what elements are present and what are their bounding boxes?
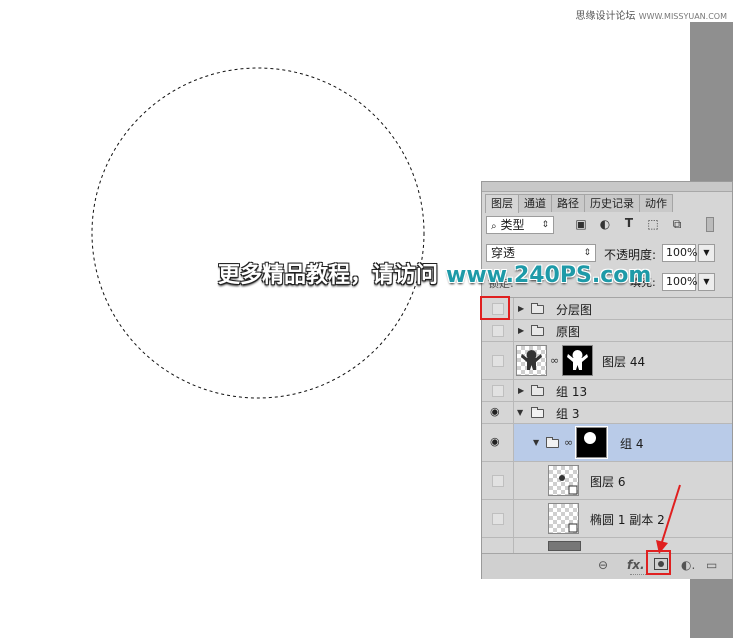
filter-type-icon[interactable]: T <box>620 216 638 230</box>
tab-history[interactable]: 历史记录 <box>584 194 640 212</box>
collapse-arrow-icon[interactable]: ▼ <box>533 438 539 447</box>
tab-layers[interactable]: 图层 <box>485 194 519 213</box>
promo-overlay: 更多精品教程，请访问 www.240PS.com <box>218 257 651 289</box>
visibility-toggle[interactable] <box>482 342 514 379</box>
watermark-site: 思缘设计论坛 <box>575 11 636 22</box>
filter-pixel-icon[interactable]: ▣ <box>572 217 590 231</box>
watermark-url: WWW.MISSYUAN.COM <box>638 12 727 21</box>
open-folder-icon <box>546 437 559 448</box>
visibility-toggle[interactable] <box>482 500 514 537</box>
layer-name: 分层图 <box>556 303 593 317</box>
fx-icon[interactable]: fx. <box>627 558 645 572</box>
tab-paths[interactable]: 路径 <box>551 194 585 212</box>
eye-icon: ◉ <box>490 435 500 448</box>
layer-thumbnail[interactable] <box>516 345 547 376</box>
layer-name: 组 3 <box>556 407 580 421</box>
layer-row-group[interactable]: ▶ 原图 <box>482 320 732 342</box>
layer-name: 图层 44 <box>602 355 646 369</box>
visibility-toggle[interactable] <box>482 320 514 341</box>
figure-thumb-icon <box>521 350 542 370</box>
new-group-icon[interactable]: ▭ <box>706 558 717 572</box>
filter-kind-dropdown[interactable]: ⌕ 类型 ⇕ <box>486 216 554 234</box>
link-chain-icon[interactable]: ∞ <box>550 354 559 367</box>
layer-row-group-open[interactable]: ◉ ▼ 组 3 <box>482 402 732 424</box>
opacity-dropdown-button[interactable]: ▼ <box>698 244 715 262</box>
folder-icon <box>531 385 544 396</box>
filter-toggle-switch[interactable] <box>706 217 714 232</box>
eye-icon: ◉ <box>490 405 500 418</box>
layer-row-group[interactable]: ▶ 分层图 <box>482 298 732 320</box>
adjustment-icon[interactable]: ◐. <box>681 558 695 572</box>
fill-dropdown-button[interactable]: ▼ <box>698 273 715 291</box>
layers-panel: 图层 通道 路径 历史记录 动作 ⌕ 类型 ⇕ ▣ ◐ T ⬚ ⧉ 穿透 ⇕ 不… <box>481 181 733 579</box>
red-arrow-icon <box>656 484 681 554</box>
filter-smartobject-icon[interactable]: ⧉ <box>668 217 686 232</box>
group-mask-thumbnail[interactable] <box>575 426 608 459</box>
visibility-off-box <box>492 385 504 397</box>
expand-arrow-icon[interactable]: ▶ <box>518 386 524 395</box>
circle-selection-marquee <box>91 67 425 399</box>
circle-mask-icon <box>584 432 596 444</box>
search-icon: ⌕ <box>491 221 497 232</box>
visibility-off-box <box>492 475 504 487</box>
shape-thumb-icon <box>568 523 578 533</box>
open-folder-icon <box>531 407 544 418</box>
panel-header-bar[interactable] <box>482 182 732 192</box>
promo-url: www.240PS.com <box>446 263 652 288</box>
opacity-input[interactable]: 100% <box>662 244 697 262</box>
layer-name: 组 13 <box>556 385 588 399</box>
tab-channels[interactable]: 通道 <box>518 194 552 212</box>
layers-list: ▶ 分层图 ▶ 原图 ∞ 图层 44 ▶ 组 13 ◉ ▼ 组 3 ◉ ▼ ∞ … <box>482 297 732 554</box>
tab-actions[interactable]: 动作 <box>639 194 673 212</box>
visibility-off-box <box>492 325 504 337</box>
layer-thumbnail <box>548 541 581 551</box>
chevron-updown-icon: ⇕ <box>541 220 549 230</box>
link-chain-icon[interactable]: ∞ <box>564 436 573 449</box>
layer-thumbnail[interactable] <box>548 503 579 534</box>
link-icon[interactable]: ⊖ <box>598 558 608 572</box>
dot-thumb-icon <box>559 475 578 495</box>
layer-name: 组 4 <box>620 437 644 451</box>
expand-arrow-icon[interactable]: ▶ <box>518 326 524 335</box>
visibility-toggle[interactable]: ◉ <box>482 424 514 461</box>
expand-arrow-icon[interactable]: ▶ <box>518 304 524 313</box>
folder-icon <box>531 303 544 314</box>
highlight-visibility-box <box>480 296 510 320</box>
layer-row-smartobject[interactable]: 图层 6 <box>482 462 732 500</box>
promo-text: 更多精品教程，请访问 <box>218 263 439 288</box>
panel-tabs: 图层 通道 路径 历史记录 动作 <box>485 194 673 213</box>
panel-bottom-toolbar: ⊖ fx. ◐. ▭ <box>482 553 732 579</box>
layer-row-group[interactable]: ▶ 组 13 <box>482 380 732 402</box>
layer-row-selected-group[interactable]: ◉ ▼ ∞ 组 4 <box>482 424 732 462</box>
layer-thumbnail[interactable] <box>548 465 579 496</box>
watermark: 思缘设计论坛 WWW.MISSYUAN.COM <box>576 7 728 22</box>
layer-mask-thumbnail[interactable] <box>562 345 593 376</box>
layer-row-partial[interactable] <box>482 538 732 554</box>
visibility-toggle[interactable] <box>482 462 514 499</box>
filter-kind-value: 类型 <box>500 218 525 232</box>
layer-name: 原图 <box>556 325 581 339</box>
layer-name: 图层 6 <box>590 475 626 489</box>
figure-mask-icon <box>567 350 588 370</box>
visibility-off-box <box>492 513 504 525</box>
visibility-off-box <box>492 355 504 367</box>
filter-shape-icon[interactable]: ⬚ <box>644 217 662 231</box>
layer-row-shape[interactable]: 椭圆 1 副本 2 <box>482 500 732 538</box>
fill-input[interactable]: 100% <box>662 273 697 291</box>
collapse-arrow-icon[interactable]: ▼ <box>517 408 523 417</box>
layer-row-masked[interactable]: ∞ 图层 44 <box>482 342 732 380</box>
visibility-toggle[interactable]: ◉ <box>482 402 514 423</box>
folder-icon <box>531 325 544 336</box>
visibility-toggle[interactable] <box>482 380 514 401</box>
filter-adjustment-icon[interactable]: ◐ <box>596 217 614 231</box>
visibility-toggle[interactable] <box>482 538 514 554</box>
